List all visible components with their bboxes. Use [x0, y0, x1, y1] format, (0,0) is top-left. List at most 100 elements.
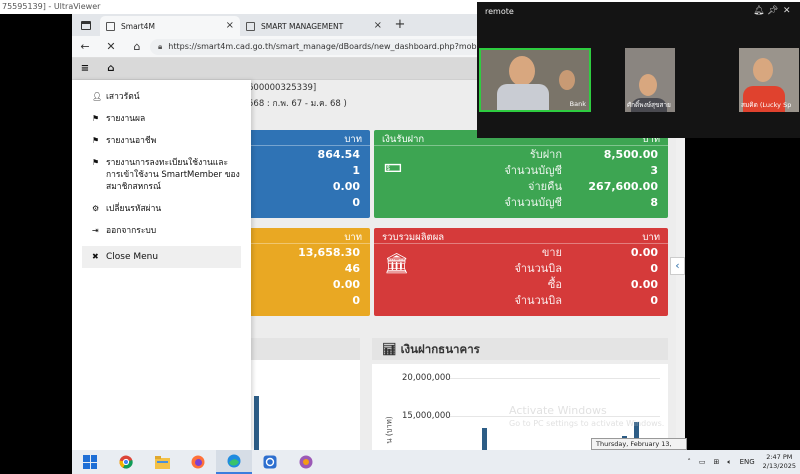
hamburger-icon[interactable]: ≡ — [72, 63, 98, 74]
flag-icon: ⚑ — [92, 114, 100, 123]
url-text: https://smart4m.cad.go.th/smart_manage/d… — [168, 42, 486, 51]
house-icon[interactable]: ⌂ — [98, 63, 124, 74]
pin-icon[interactable]: 📌︎ — [767, 6, 778, 16]
side-panel-toggle[interactable]: ‹ — [670, 257, 685, 275]
close-menu-label: Close Menu — [106, 252, 159, 262]
watermark-line-1: Activate Windows — [509, 404, 607, 417]
participant-name: สมคิด (Lucky Sp — [741, 101, 792, 109]
row-value: 0.00 — [630, 277, 658, 291]
row-value: 8 — [650, 195, 658, 209]
video-tile-participant-2[interactable]: ศักดิ์พงษ์สุขสาย — [625, 48, 675, 112]
user-icon: 👤︎ — [92, 92, 103, 101]
folder-icon — [154, 455, 170, 469]
file-explorer-button[interactable] — [144, 450, 180, 474]
card-value: 13,658.30 — [298, 245, 360, 259]
app-button[interactable] — [252, 450, 288, 474]
menu-item-report[interactable]: ⚑ รายงานผล — [72, 108, 251, 130]
tab-smart4m[interactable]: Smart4M × — [100, 16, 240, 36]
remote-app-icon — [263, 455, 277, 469]
card-value: 46 — [344, 261, 360, 275]
logout-icon: ⇥ — [92, 226, 99, 235]
tab-label: Smart4M — [121, 21, 155, 31]
close-icon: ✖ — [92, 252, 99, 261]
card-value: 0 — [352, 195, 360, 209]
row-label: จำนวนบิล — [514, 294, 562, 307]
card-value: 0.00 — [332, 277, 360, 291]
participant-body — [497, 84, 549, 110]
chart-bar — [254, 396, 259, 450]
row-value: 0.00 — [630, 245, 658, 259]
card-value: 864.54 — [317, 147, 360, 161]
participant-name: Bank — [569, 100, 586, 108]
page-favicon-icon — [106, 21, 115, 31]
menu-item-user[interactable]: 👤︎ เสาวรัตน์ — [72, 86, 251, 108]
bank-panel-title: เงินฝากธนาคาร — [400, 342, 480, 356]
tab-smart-management[interactable]: SMART MANAGEMENT × — [240, 16, 388, 36]
back-icon[interactable]: ← — [72, 40, 98, 53]
left-chart-header — [248, 338, 360, 360]
activate-windows-watermark: Activate Windows Go to PC settings to ac… — [509, 404, 664, 428]
taskbar: ˄ ▭ ⊞ 🔈︎ ENG 2:47 PM 2/13/2025 — [72, 450, 800, 474]
firefox-icon — [191, 455, 205, 469]
bank-icon: 🏛︎ — [384, 251, 410, 275]
screen: 75595139] - UltraViewer Smart4M × SMART … — [0, 0, 800, 474]
menu-item-logout[interactable]: ⇥ ออกจากระบบ — [72, 220, 251, 242]
workspaces-button[interactable] — [72, 14, 100, 36]
row-value: 3 — [650, 163, 658, 177]
menu-label: ออกจากระบบ — [106, 226, 157, 236]
new-tab-button[interactable]: + — [388, 16, 412, 36]
start-button[interactable] — [72, 450, 108, 474]
firefox-button[interactable] — [180, 450, 216, 474]
ultraviewer-button[interactable] — [288, 450, 324, 474]
watermark-line-2: Go to PC settings to activate Windows. — [509, 419, 665, 428]
participant-face — [753, 58, 773, 82]
edge-button[interactable] — [216, 450, 252, 474]
tab-close-icon[interactable]: × — [374, 20, 382, 31]
flag-icon: ⚑ — [92, 158, 100, 167]
participant-name: ศักดิ์พงษ์สุขสาย — [627, 101, 671, 109]
row-label: จำนวนบัญชี — [504, 196, 562, 209]
gear-icon: ⚙ — [92, 204, 100, 213]
row-value: 0 — [650, 261, 658, 275]
y-tick-label: 15,000,000 — [402, 411, 451, 421]
card-value: 0 — [352, 293, 360, 307]
stop-icon[interactable]: ✕ — [98, 40, 124, 53]
network-icon[interactable]: ⊞ — [713, 458, 719, 466]
volume-icon[interactable]: 🔈︎ — [727, 458, 731, 467]
menu-label: รายงานการลงทะเบียนใช้งานและการเข้าใช้งาน… — [106, 158, 240, 192]
language-indicator[interactable]: ENG — [740, 458, 755, 466]
participant-face — [639, 74, 657, 96]
close-menu-button[interactable]: ✖ Close Menu — [82, 246, 241, 268]
card-value: 1 — [352, 163, 360, 177]
video-tile-bank[interactable]: Bank — [479, 48, 591, 112]
chrome-button[interactable] — [108, 450, 144, 474]
money-icon: 💵︎ — [384, 153, 402, 177]
side-menu: 👤︎ เสาวรัตน์ ⚑ รายงานผล ⚑ รายงานอาชีพ ⚑ รายง… — [72, 80, 251, 450]
notification-icon[interactable]: 🔔︎ — [753, 6, 764, 16]
row-value: 267,600.00 — [588, 179, 658, 193]
lock-icon: 🔒︎ — [158, 41, 163, 51]
menu-item-change-password[interactable]: ⚙ เปลี่ยนรหัสผ่าน — [72, 198, 251, 220]
video-tile-participant-3[interactable]: สมคิด (Lucky Sp — [739, 48, 799, 112]
card-title: เงินรับฝาก — [382, 134, 425, 145]
edge-icon — [227, 454, 241, 468]
row-value: 0 — [650, 293, 658, 307]
menu-label: รายงานผล — [106, 114, 146, 124]
y-tick-label: 20,000,000 — [402, 373, 451, 383]
menu-item-occupation-report[interactable]: ⚑ รายงานอาชีพ — [72, 130, 251, 152]
products-card: รวบรวมผลิตผล บาท 🏛︎ ขาย 0.00 จำนวนบิล 0 ซื้… — [374, 228, 668, 316]
tab-close-icon[interactable]: × — [226, 20, 234, 31]
left-chart-panel — [248, 338, 360, 450]
deposit-card: เงินรับฝาก บาท 💵︎ รับฝาก 8,500.00 จำนวนบัญ… — [374, 130, 668, 218]
windows-icon — [83, 455, 97, 469]
menu-item-smartmember-report[interactable]: ⚑ รายงานการลงทะเบียนใช้งานและการเข้าใช้งา… — [72, 152, 251, 198]
home-icon[interactable]: ⌂ — [124, 40, 150, 53]
blue-summary-card: บาท 864.54 1 0.00 0 — [248, 130, 370, 218]
close-icon[interactable]: ✕ — [783, 6, 791, 16]
remote-title: remote — [485, 7, 514, 16]
date-tooltip: Thursday, February 13, 2025 — [591, 438, 687, 458]
chevron-up-icon[interactable]: ˄ — [687, 458, 691, 466]
battery-icon[interactable]: ▭ — [699, 458, 706, 466]
clock[interactable]: 2:47 PM 2/13/2025 — [763, 453, 796, 471]
menu-label: เปลี่ยนรหัสผ่าน — [106, 204, 162, 214]
